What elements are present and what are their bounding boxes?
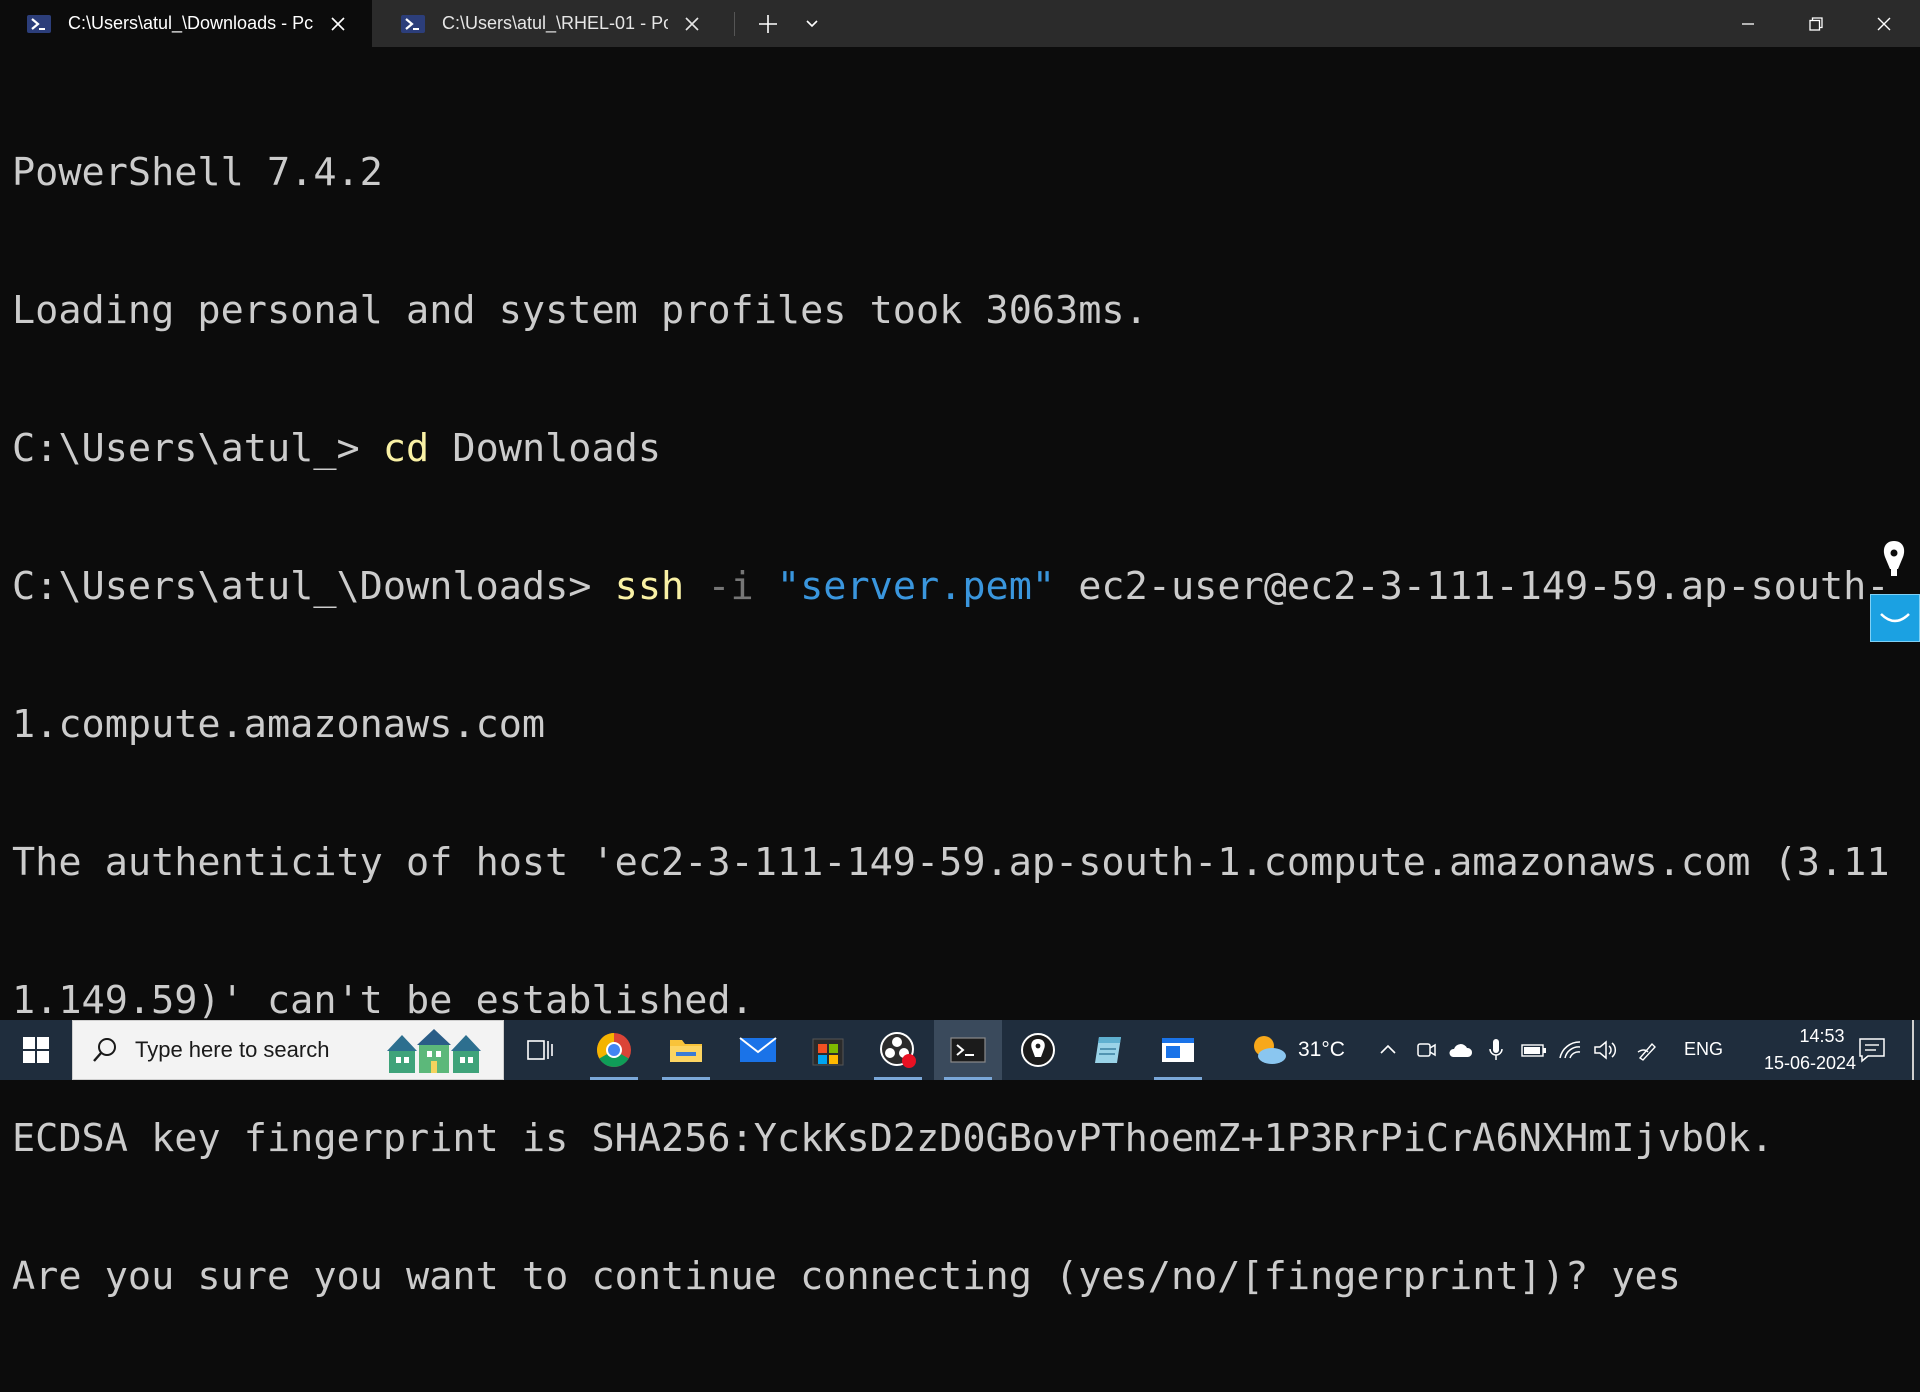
folder-icon: [670, 1040, 702, 1062]
tab-title: C:\Users\atul_\Downloads - Pc: [68, 13, 314, 33]
chrome-icon: [597, 1033, 631, 1067]
weather-temperature[interactable]: 31°C: [1298, 1038, 1345, 1062]
tab-divider: [734, 12, 735, 36]
tab-downloads[interactable]: C:\Users\atul_\Downloads - Pc: [0, 0, 372, 47]
taskbar-obs[interactable]: [864, 1020, 932, 1080]
taskbar-chrome[interactable]: [580, 1020, 648, 1080]
taskbar: Type here to search 31°C ENG 14:53 15-06…: [0, 1020, 1920, 1080]
start-button[interactable]: [0, 1020, 72, 1080]
terminal-line: C:\Users\atul_\Downloads> ssh -i "server…: [12, 564, 1892, 610]
terminal-line: Loading personal and system profiles too…: [12, 288, 1148, 333]
wifi-icon[interactable]: [1556, 1036, 1584, 1064]
terminal-line: PowerShell 7.4.2: [12, 150, 383, 195]
string-argument: "server.pem": [753, 564, 1056, 609]
feedback-widget[interactable]: [1870, 594, 1920, 642]
powershell-icon: [27, 14, 51, 33]
tab-rhel-01[interactable]: C:\Users\atul_\RHEL-01 - Powe: [374, 0, 726, 47]
minimize-icon: [1742, 22, 1754, 25]
argument: ec2-user@ec2-3-111-149-59.ap-south-: [1055, 564, 1890, 609]
close-tab-icon[interactable]: [326, 12, 350, 36]
terminal-line: 1.compute.amazonaws.com: [12, 702, 546, 747]
meet-now-icon[interactable]: [1412, 1036, 1440, 1064]
terminal-line: 1.149.59)' can't be established.: [12, 978, 754, 1023]
pen-nib-icon: [1883, 541, 1905, 576]
close-icon: [1877, 17, 1891, 30]
command: ssh: [614, 564, 685, 609]
taskbar-microsoft-store[interactable]: [794, 1020, 862, 1080]
terminal-line: ECDSA key fingerprint is SHA256:YckKsD2z…: [12, 1116, 1774, 1161]
task-view-icon: [527, 1040, 553, 1060]
windows-logo-icon: [23, 1037, 49, 1063]
pen-ink-icon[interactable]: [1634, 1036, 1662, 1064]
prompt: C:\Users\atul_>: [12, 426, 383, 471]
new-tab-button[interactable]: [750, 8, 786, 40]
chevron-down-icon: [806, 20, 818, 28]
terminal-output[interactable]: PowerShell 7.4.2 Loading personal and sy…: [12, 58, 1892, 1392]
parameter: -i: [684, 564, 754, 609]
prompt: C:\Users\atul_\Downloads>: [12, 564, 615, 609]
onedrive-cloud-icon[interactable]: [1446, 1036, 1474, 1064]
taskbar-notepad[interactable]: [1074, 1020, 1142, 1080]
pen-tool-widget[interactable]: [1876, 538, 1912, 580]
microphone-icon[interactable]: [1482, 1036, 1510, 1064]
show-desktop-button[interactable]: [1912, 1020, 1914, 1080]
terminal-window: C:\Users\atul_\Downloads - Pc C:\Users\a…: [0, 0, 1920, 1299]
taskbar-file-explorer[interactable]: [652, 1020, 720, 1080]
battery-icon[interactable]: [1520, 1036, 1548, 1064]
close-tab-icon[interactable]: [680, 12, 704, 36]
taskbar-windows-terminal[interactable]: [934, 1020, 1002, 1080]
smile-icon: [1880, 613, 1910, 623]
notepad-icon: [1095, 1037, 1121, 1063]
terminal-line: The authenticity of host 'ec2-3-111-149-…: [12, 840, 1890, 885]
restore-button[interactable]: [1782, 0, 1850, 47]
taskbar-window-app[interactable]: [1144, 1020, 1212, 1080]
terminal-line: C:\Users\atul_> cd Downloads: [12, 426, 1892, 472]
taskbar-pen-app[interactable]: [1004, 1020, 1072, 1080]
taskbar-search-box[interactable]: Type here to search: [72, 1020, 504, 1080]
taskbar-mail[interactable]: [724, 1020, 792, 1080]
argument: Downloads: [429, 426, 662, 471]
search-placeholder: Type here to search: [135, 1037, 330, 1062]
tab-dropdown-button[interactable]: [796, 8, 828, 40]
input-language[interactable]: ENG: [1684, 1039, 1723, 1060]
terminal-line: Are you sure you want to continue connec…: [12, 1254, 1681, 1299]
title-bar: C:\Users\atul_\Downloads - Pc C:\Users\a…: [0, 0, 1920, 47]
mail-icon: [739, 1037, 777, 1062]
window-app-icon: [1162, 1038, 1194, 1062]
chevron-up-icon[interactable]: [1374, 1036, 1402, 1064]
terminal-icon: [950, 1037, 986, 1063]
search-icon: [91, 1036, 119, 1064]
minimize-button[interactable]: [1714, 0, 1782, 47]
weather-icon[interactable]: [1248, 1032, 1288, 1068]
command: cd: [382, 426, 430, 471]
search-highlight-houses-icon: [387, 1029, 481, 1073]
powershell-icon: [401, 14, 425, 33]
obs-recording-icon: [880, 1032, 916, 1068]
close-window-button[interactable]: [1850, 0, 1918, 47]
store-icon: [812, 1038, 844, 1066]
task-view-button[interactable]: [506, 1020, 574, 1080]
pen-nib-icon: [1021, 1033, 1055, 1067]
notification-center-icon[interactable]: [1856, 1034, 1888, 1066]
restore-icon: [1809, 16, 1823, 31]
tab-title: C:\Users\atul_\RHEL-01 - Powe: [442, 13, 668, 33]
volume-icon[interactable]: [1592, 1036, 1620, 1064]
plus-icon: [759, 15, 777, 33]
